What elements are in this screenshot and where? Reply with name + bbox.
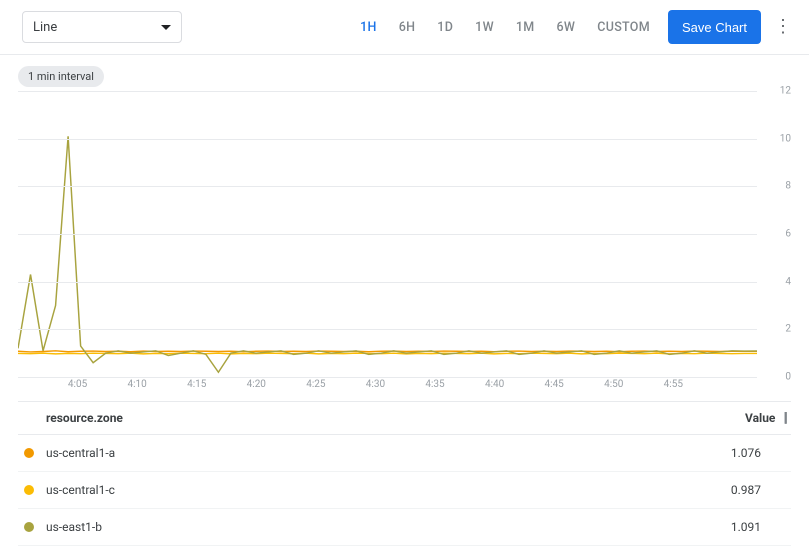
legend-series-value: 1.076 xyxy=(731,446,761,460)
range-1d[interactable]: 1D xyxy=(437,20,453,35)
save-chart-button[interactable]: Save Chart xyxy=(668,10,761,44)
y-tick: 2 xyxy=(761,324,791,335)
x-tick: 4:45 xyxy=(545,379,564,390)
legend-series-name: us-east1-b xyxy=(46,520,102,534)
x-tick: 4:05 xyxy=(68,379,87,390)
grid-line xyxy=(18,234,757,235)
range-1m[interactable]: 1M xyxy=(516,20,535,35)
caret-down-icon xyxy=(161,25,171,30)
y-tick: 4 xyxy=(761,276,791,287)
legend-series-name: us-central1-a xyxy=(46,446,115,460)
x-tick: 4:55 xyxy=(664,379,683,390)
legend-header: resource.zone Value ||| xyxy=(18,401,791,435)
grid-line xyxy=(18,91,757,92)
legend-value-label: Value xyxy=(745,411,775,425)
columns-icon[interactable]: ||| xyxy=(783,410,785,426)
grid-line xyxy=(18,139,757,140)
chart-type-label: Line xyxy=(33,20,57,35)
grid-line xyxy=(18,186,757,187)
toolbar: Line 1H 6H 1D 1W 1M 6W CUSTOM Save Chart ⋮ xyxy=(0,0,809,54)
legend-series-value: 1.091 xyxy=(731,520,761,534)
x-tick: 4:10 xyxy=(127,379,146,390)
x-tick: 4:40 xyxy=(485,379,504,390)
series-us-east1-b xyxy=(18,136,757,372)
legend-row[interactable]: us-east1-b 1.091 xyxy=(18,509,791,546)
legend-swatch xyxy=(24,522,34,532)
legend-swatch xyxy=(24,448,34,458)
x-tick: 4:35 xyxy=(425,379,444,390)
x-tick: 4:20 xyxy=(247,379,266,390)
x-tick: 4:30 xyxy=(366,379,385,390)
legend-row[interactable]: us-central1-a 1.076 xyxy=(18,435,791,472)
grid-line xyxy=(18,329,757,330)
x-axis: 4:05 4:10 4:15 4:20 4:25 4:30 4:35 4:40 4:45 4:50… xyxy=(18,379,791,395)
line-chart[interactable]: 024681012 xyxy=(18,91,791,377)
interval-chip: 1 min interval xyxy=(18,66,104,87)
x-tick: 4:25 xyxy=(306,379,325,390)
more-options-icon[interactable]: ⋮ xyxy=(771,18,795,36)
grid-line xyxy=(18,377,757,378)
range-1w[interactable]: 1W xyxy=(475,20,494,35)
legend-row[interactable]: us-central1-c 0.987 xyxy=(18,472,791,509)
chart-type-select[interactable]: Line xyxy=(22,11,182,43)
y-tick: 10 xyxy=(761,133,791,144)
legend-series-name: us-central1-c xyxy=(46,483,115,497)
range-6h[interactable]: 6H xyxy=(399,20,416,35)
y-tick: 12 xyxy=(761,86,791,97)
y-tick: 6 xyxy=(761,229,791,240)
legend-series-value: 0.987 xyxy=(731,483,761,497)
range-6w[interactable]: 6W xyxy=(557,20,576,35)
chart-area: 024681012 4:054:104:154:204:254:304:354:… xyxy=(0,91,809,395)
legend-swatch xyxy=(24,485,34,495)
legend-group-label: resource.zone xyxy=(46,411,123,425)
x-tick: 4:50 xyxy=(604,379,623,390)
x-tick: 4:15 xyxy=(187,379,206,390)
range-custom[interactable]: CUSTOM xyxy=(597,20,650,35)
range-1h[interactable]: 1H xyxy=(360,20,377,35)
grid-line xyxy=(18,282,757,283)
legend-table: resource.zone Value ||| us-central1-a 1.0… xyxy=(0,395,809,546)
y-tick: 8 xyxy=(761,181,791,192)
time-range-tabs: 1H 6H 1D 1W 1M 6W CUSTOM xyxy=(360,20,650,35)
